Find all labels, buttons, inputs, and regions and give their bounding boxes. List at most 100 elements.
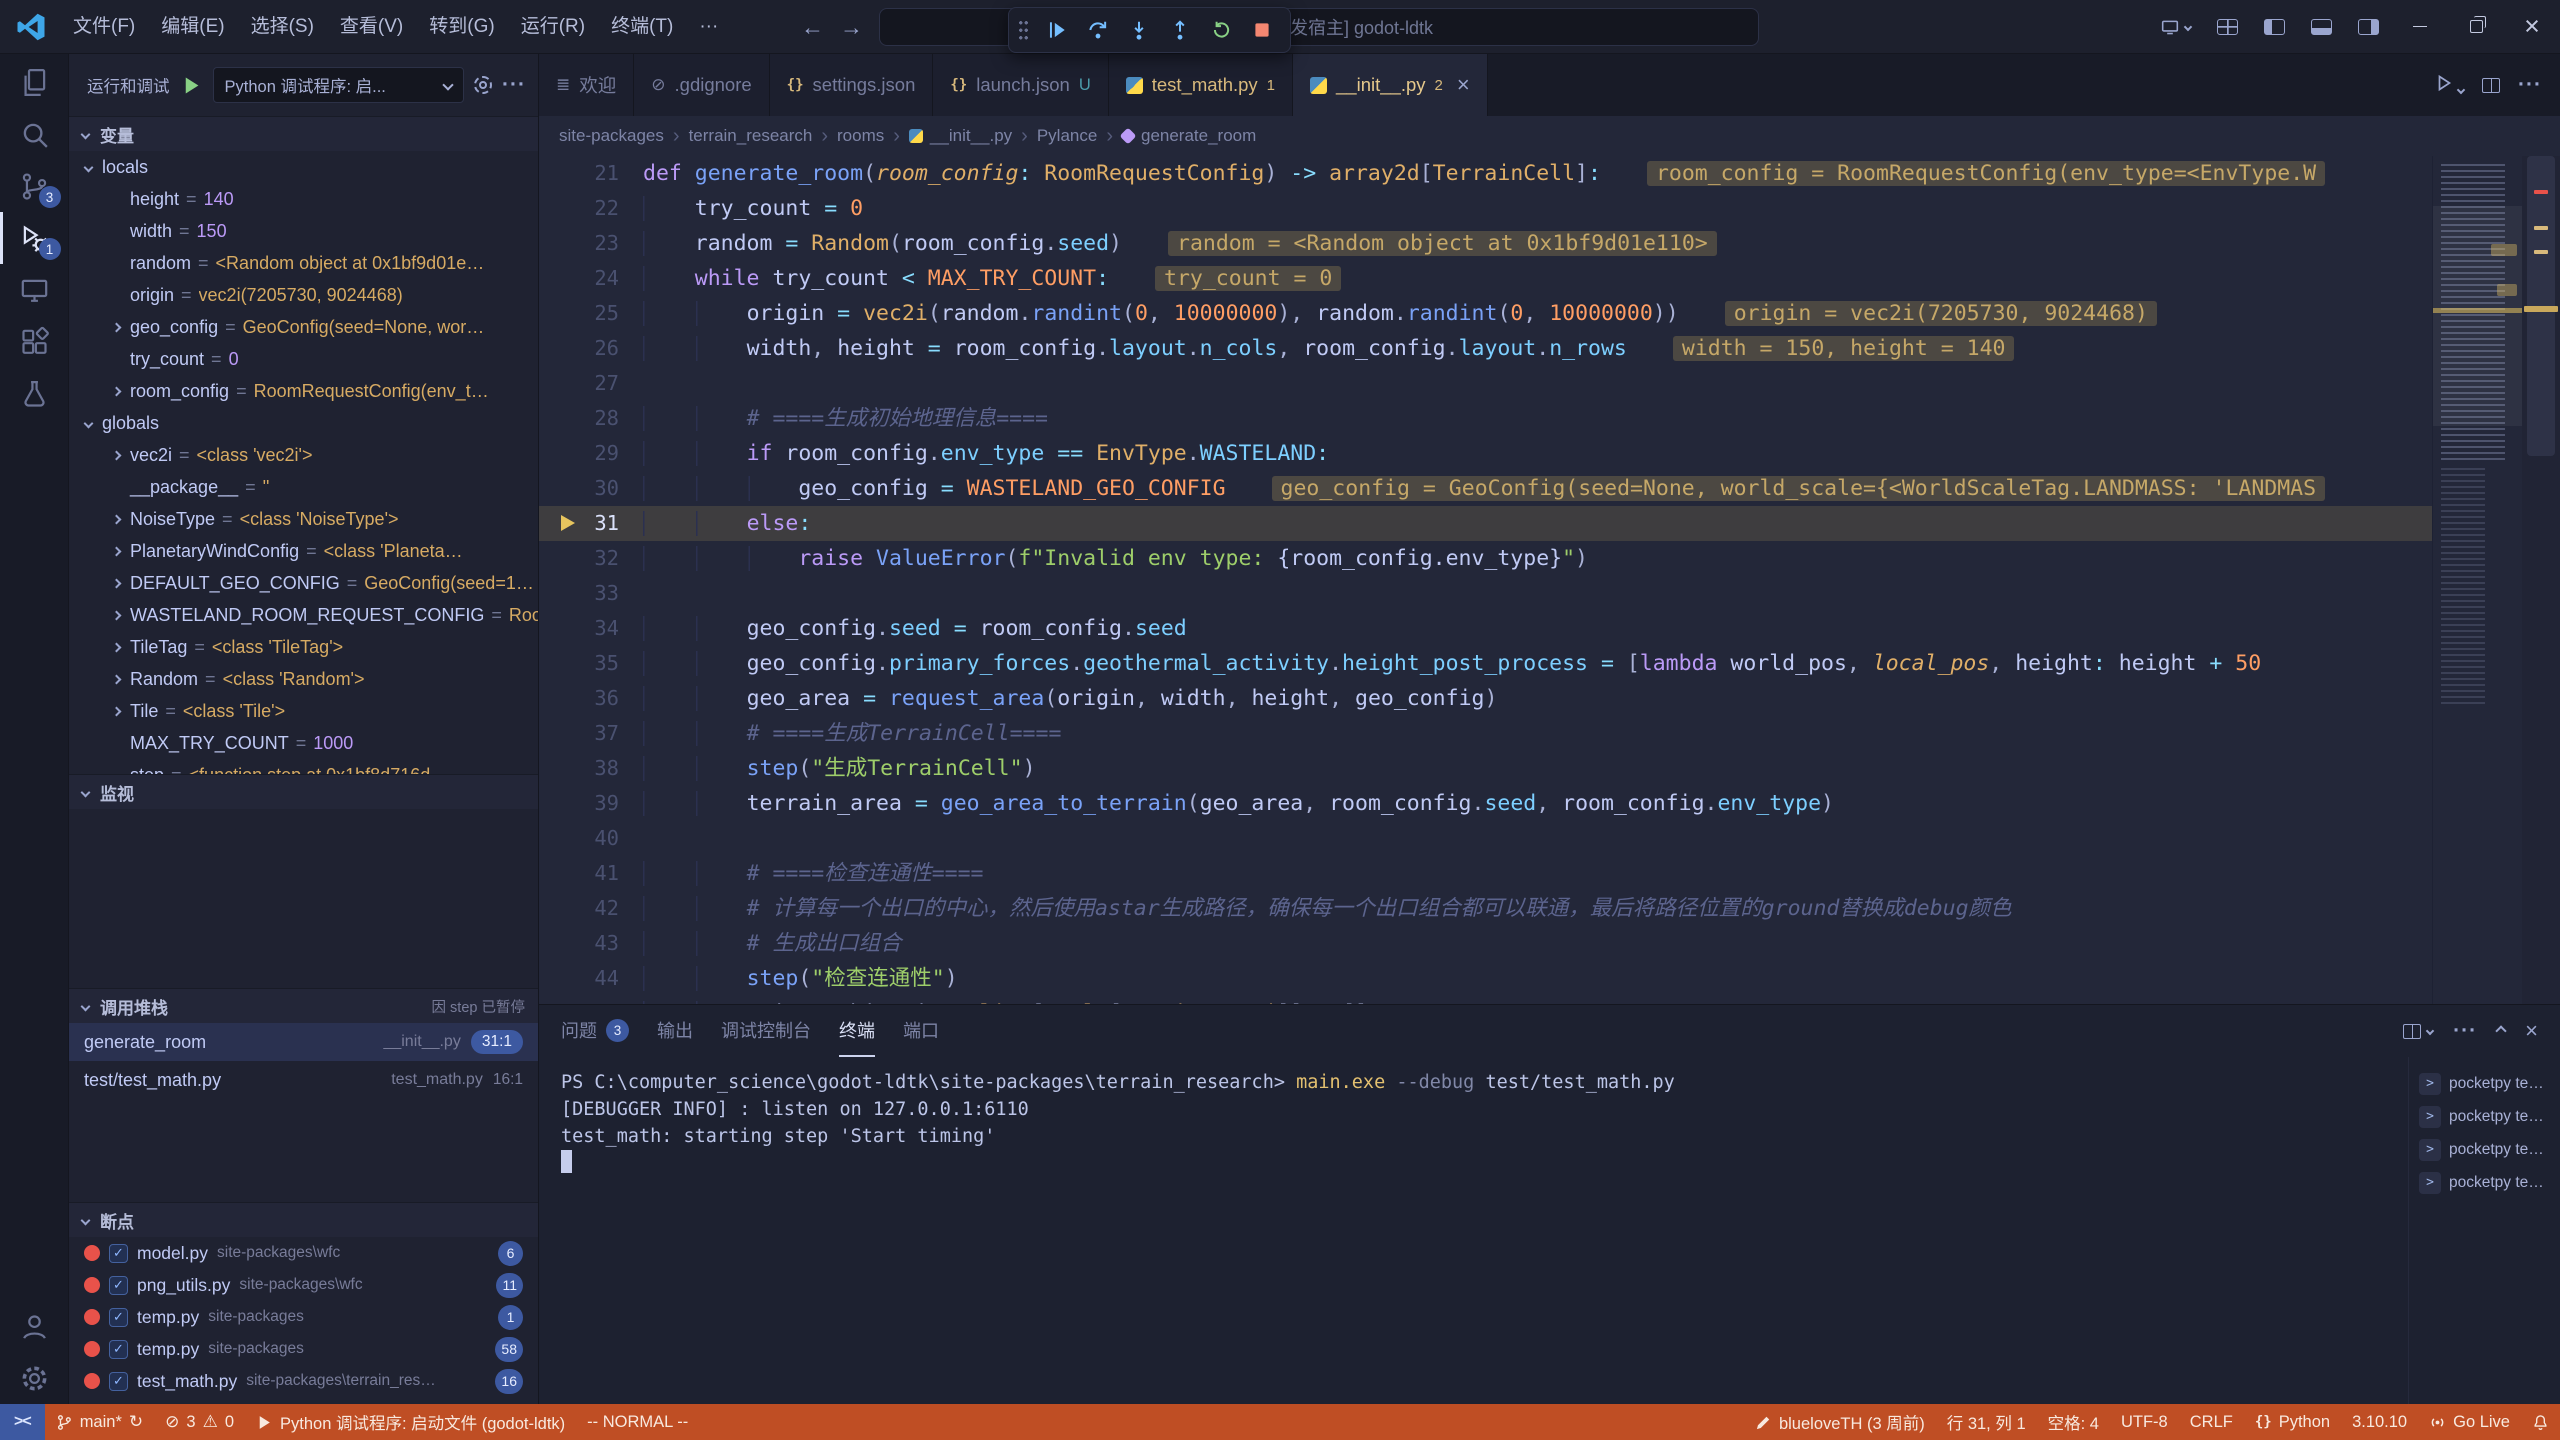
eol-item[interactable]: CRLF	[2179, 1404, 2244, 1440]
activity-settings[interactable]	[0, 1352, 69, 1404]
terminal[interactable]: PS C:\computer_science\godot-ldtk\site-p…	[539, 1057, 2408, 1404]
activity-search[interactable]	[0, 108, 69, 160]
variable-row[interactable]: Tile=<class 'Tile'>	[69, 695, 538, 727]
remote-indicator[interactable]: ><	[0, 1404, 45, 1440]
terminal-list-item[interactable]: >pocketpy te…	[2409, 1166, 2560, 1199]
step-into-button[interactable]	[1120, 12, 1158, 48]
stack-frame[interactable]: test/test_math.pytest_math.py16:1	[69, 1061, 538, 1099]
variable-row[interactable]: vec2i=<class 'vec2i'>	[69, 439, 538, 471]
variable-row[interactable]: PlanetaryWindConfig=<class 'Planeta…	[69, 535, 538, 567]
cast-screen-icon[interactable]	[2147, 0, 2204, 53]
variable-row[interactable]: DEFAULT_GEO_CONFIG=GeoConfig(seed=1…	[69, 567, 538, 599]
variable-row[interactable]: __package__=''	[69, 471, 538, 503]
watch-header[interactable]: 监视	[69, 775, 538, 809]
variable-row[interactable]: TileTag=<class 'TileTag'>	[69, 631, 538, 663]
variable-row[interactable]: width=150	[69, 215, 538, 247]
language-item[interactable]: {} Python	[2244, 1404, 2341, 1440]
breakpoint-checkbox[interactable]: ✓	[109, 1308, 128, 1327]
breadcrumb-item[interactable]: terrain_research	[689, 126, 813, 146]
activity-run-debug[interactable]: 1	[0, 212, 69, 264]
breakpoint-row[interactable]: ✓png_utils.pysite-packages\wfc11	[69, 1269, 538, 1301]
terminal-layout-icon[interactable]	[2403, 1024, 2433, 1039]
variable-row[interactable]: geo_config=GeoConfig(seed=None, wor…	[69, 311, 538, 343]
callstack-header[interactable]: 调用堆栈 因 step 已暂停	[69, 989, 538, 1023]
restore-button[interactable]	[2448, 0, 2504, 53]
forward-icon[interactable]: →	[840, 14, 863, 41]
menu-item-2[interactable]: 选择(S)	[238, 8, 327, 46]
code-editor[interactable]: 21def generate_room(room_config: RoomReq…	[539, 156, 2560, 1004]
activity-source-control[interactable]: 3	[0, 160, 69, 212]
breadcrumb-item[interactable]: __init__.py	[909, 126, 1012, 146]
breadcrumb-item[interactable]: rooms	[837, 126, 884, 146]
menu-item-1[interactable]: 编辑(E)	[148, 8, 237, 46]
activity-remote-explorer[interactable]	[0, 264, 69, 316]
tab-欢迎[interactable]: ≣欢迎	[539, 54, 634, 116]
terminal-list-item[interactable]: >pocketpy te…	[2409, 1133, 2560, 1166]
toggle-panel-icon[interactable]	[2298, 0, 2345, 53]
breakpoint-row[interactable]: ✓test_math.pysite-packages\terrain_res…1…	[69, 1365, 538, 1397]
menu-item-0[interactable]: 文件(F)	[60, 8, 148, 46]
overview-ruler[interactable]	[2522, 156, 2560, 1004]
variables-group-locals[interactable]: locals	[69, 151, 538, 183]
debug-status-item[interactable]: Python 调试程序: 启动文件 (godot-ldtk)	[245, 1404, 576, 1440]
activity-explorer[interactable]	[0, 56, 69, 108]
variables-header[interactable]: 变量	[69, 117, 538, 151]
encoding-item[interactable]: UTF-8	[2110, 1404, 2179, 1440]
continue-button[interactable]	[1038, 12, 1076, 48]
terminal-list-item[interactable]: >pocketpy te…	[2409, 1067, 2560, 1100]
tab-close-icon[interactable]: ×	[1457, 72, 1470, 98]
variable-row[interactable]: origin=vec2i(7205730, 9024468)	[69, 279, 538, 311]
problems-item[interactable]: ⊘3 ⚠0	[154, 1404, 245, 1440]
debug-start-button[interactable]	[180, 74, 203, 97]
panel-tab-输出[interactable]: 输出	[657, 1005, 693, 1057]
stack-frame[interactable]: generate_room__init__.py31:1	[69, 1023, 538, 1061]
variable-row[interactable]: NoiseType=<class 'NoiseType'>	[69, 503, 538, 535]
breadcrumb-item[interactable]: site-packages	[559, 126, 664, 146]
close-panel-icon[interactable]: ×	[2525, 1018, 2538, 1044]
restart-button[interactable]	[1202, 12, 1240, 48]
breakpoint-row[interactable]: ✓temp.pysite-packages58	[69, 1333, 538, 1365]
menu-item-3[interactable]: 查看(V)	[327, 8, 416, 46]
step-out-button[interactable]	[1161, 12, 1199, 48]
minimap[interactable]	[2432, 156, 2522, 1004]
variable-row[interactable]: WASTELAND_ROOM_REQUEST_CONFIG=RoomR…	[69, 599, 538, 631]
variable-row[interactable]: step=<function step at 0x1bf8d716d…	[69, 759, 538, 774]
breakpoint-row[interactable]: ✓model.pysite-packages\wfc6	[69, 1237, 538, 1269]
toggle-sidebar-icon[interactable]	[2251, 0, 2298, 53]
menu-item-7[interactable]: ···	[686, 8, 731, 46]
indentation-item[interactable]: 空格: 4	[2037, 1404, 2110, 1440]
back-icon[interactable]: ←	[801, 14, 824, 41]
tab-.gdignore[interactable]: ⊘.gdignore	[634, 54, 769, 116]
breakpoint-checkbox[interactable]: ✓	[109, 1244, 128, 1263]
activity-testing[interactable]	[0, 368, 69, 420]
variable-row[interactable]: MAX_TRY_COUNT=1000	[69, 727, 538, 759]
panel-tab-调试控制台[interactable]: 调试控制台	[721, 1005, 811, 1057]
panel-more-actions[interactable]: ···	[2453, 1019, 2477, 1043]
tab-settings.json[interactable]: {}settings.json	[770, 54, 934, 116]
tab-test_math.py[interactable]: test_math.py1	[1109, 54, 1293, 116]
git-branch-item[interactable]: main* ↻	[45, 1404, 154, 1440]
breakpoint-checkbox[interactable]: ✓	[109, 1276, 128, 1295]
go-live-item[interactable]: Go Live	[2418, 1404, 2521, 1440]
variables-group-globals[interactable]: globals	[69, 407, 538, 439]
menu-item-6[interactable]: 终端(T)	[598, 8, 686, 46]
breakpoint-checkbox[interactable]: ✓	[109, 1340, 128, 1359]
sidebar-more-actions[interactable]: ···	[502, 73, 526, 97]
variable-row[interactable]: try_count=0	[69, 343, 538, 375]
variable-row[interactable]: Random=<class 'Random'>	[69, 663, 538, 695]
breakpoint-row[interactable]: ✓temp.pysite-packages1	[69, 1301, 538, 1333]
close-button[interactable]: ×	[2504, 0, 2560, 53]
split-editor-icon[interactable]	[2482, 78, 2500, 93]
vim-mode-item[interactable]: -- NORMAL --	[576, 1404, 699, 1440]
tab-launch.json[interactable]: {}launch.jsonU	[933, 54, 1108, 116]
variable-row[interactable]: random=<Random object at 0x1bf9d01e…	[69, 247, 538, 279]
cursor-position-item[interactable]: 行 31, 列 1	[1936, 1404, 2037, 1440]
maximize-panel-icon[interactable]	[2495, 1025, 2506, 1036]
variable-row[interactable]: height=140	[69, 183, 538, 215]
more-actions-icon[interactable]: ···	[2518, 73, 2542, 97]
python-version-item[interactable]: 3.10.10	[2341, 1404, 2418, 1440]
layout-grid-icon[interactable]	[2204, 0, 2251, 53]
debug-gear-icon[interactable]	[474, 76, 492, 94]
notifications-item[interactable]	[2521, 1404, 2560, 1440]
toggle-secondary-sidebar-icon[interactable]	[2345, 0, 2392, 53]
